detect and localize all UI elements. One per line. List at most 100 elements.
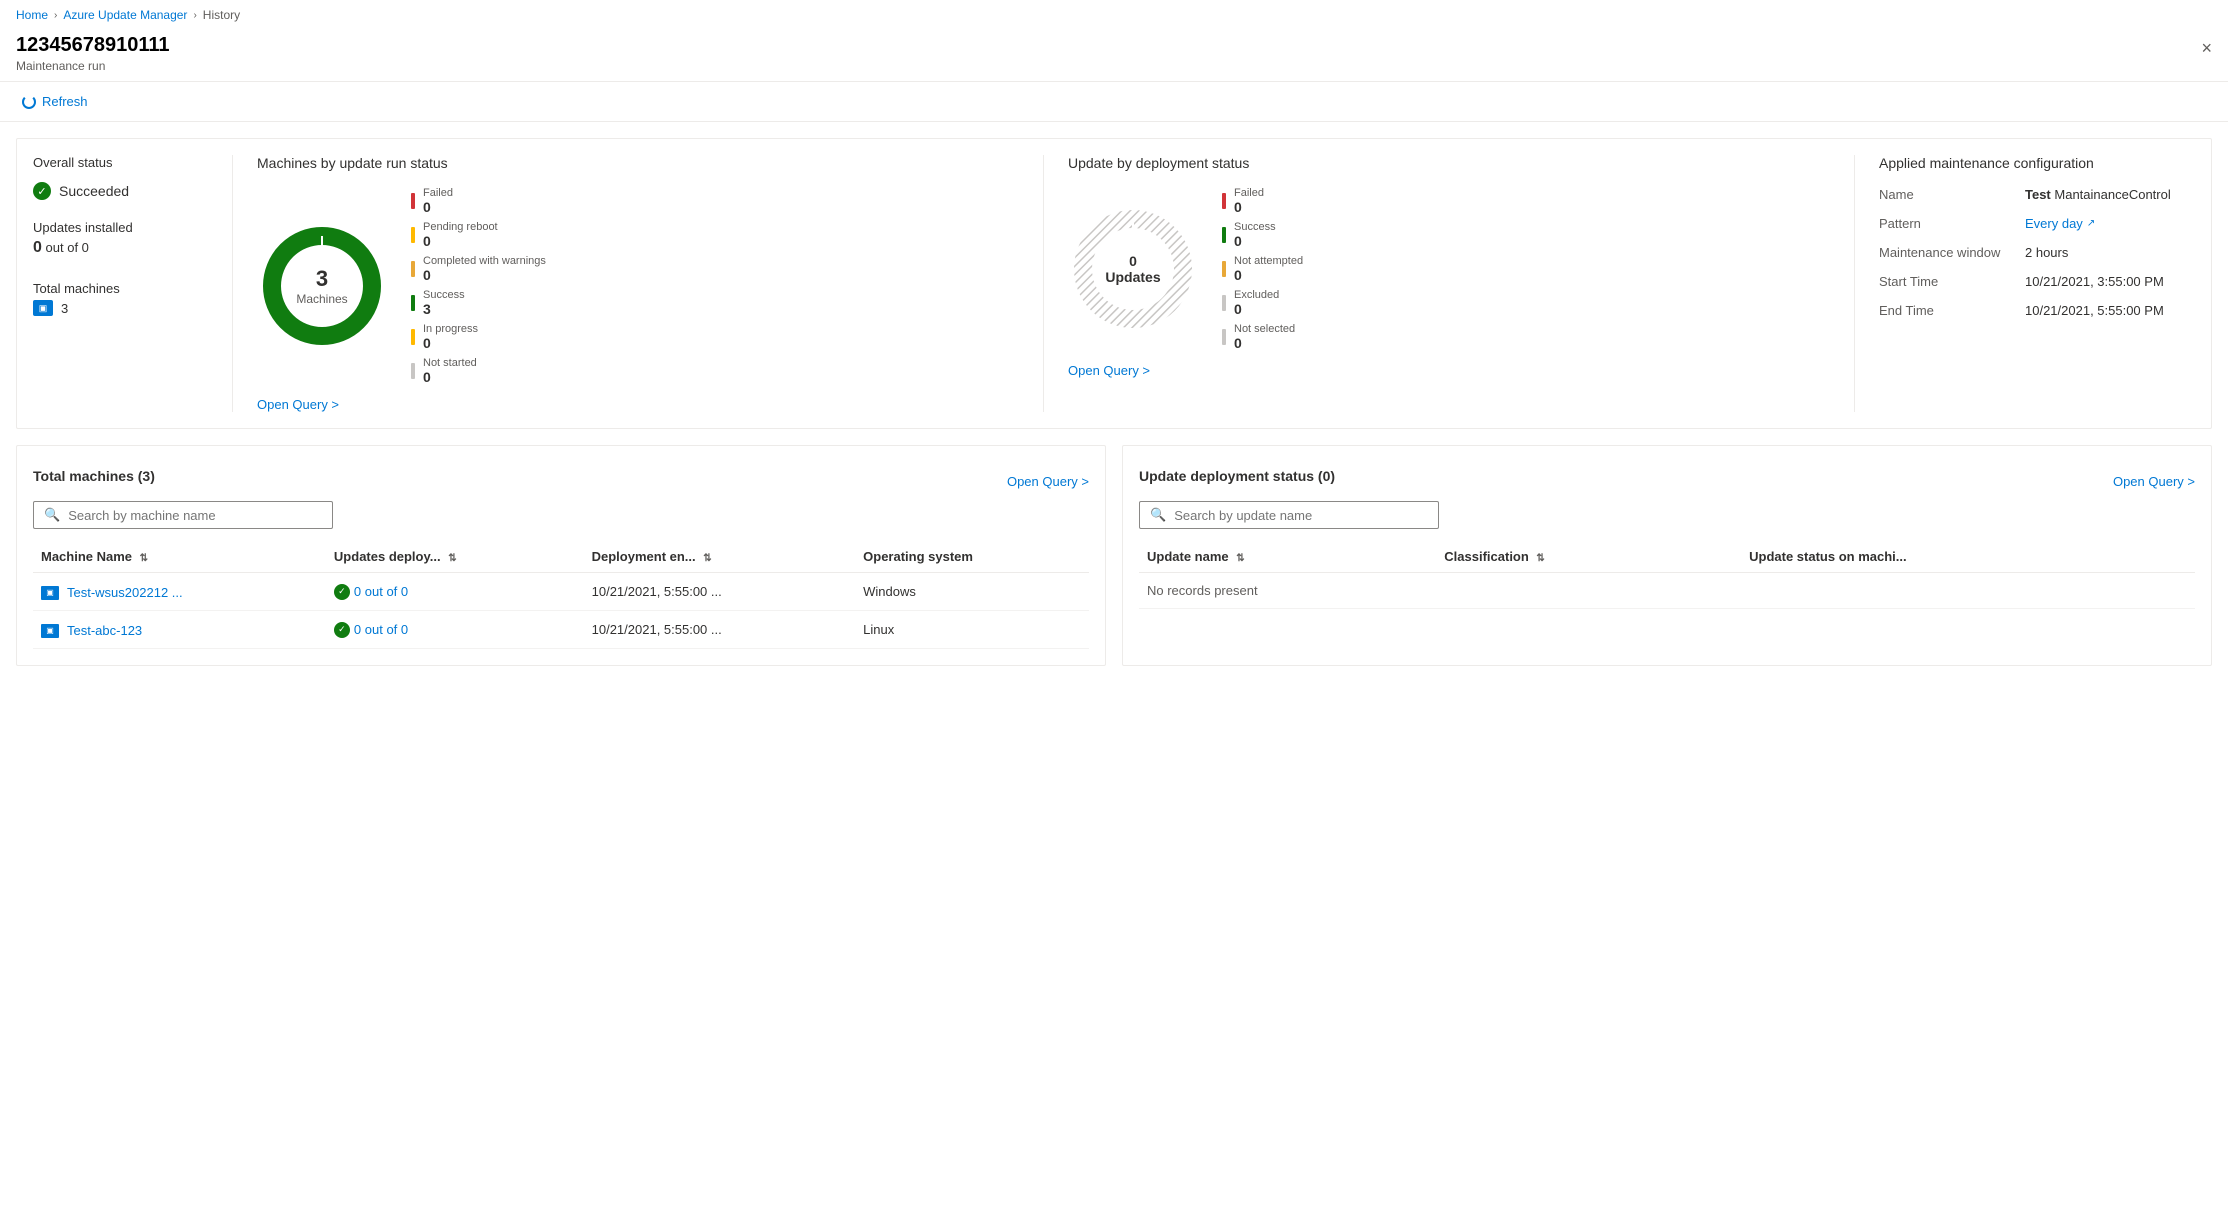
legend-bar xyxy=(411,193,415,209)
updates-table-head: Update name ⇅ Classification ⇅ Update st… xyxy=(1139,541,2195,573)
machine-name-link[interactable]: Test-wsus202212 ... xyxy=(67,585,183,600)
machines-data-table: Machine Name ⇅ Updates deploy... ⇅ Deplo… xyxy=(33,541,1089,649)
machines-search-input[interactable] xyxy=(68,508,322,523)
legend-text: Pending reboot 0 xyxy=(423,221,498,249)
legend-value: 0 xyxy=(423,267,546,283)
breadcrumb-aum[interactable]: Azure Update Manager xyxy=(63,8,187,22)
machine-icon xyxy=(33,300,53,316)
sort-icon-classification[interactable]: ⇅ xyxy=(1536,553,1544,564)
machines-table-open-query[interactable]: Open Query > xyxy=(1007,474,1089,489)
legend-label: Completed with warnings xyxy=(423,255,546,267)
col-update-name: Update name ⇅ xyxy=(1139,541,1436,573)
sort-icon-deployment[interactable]: ⇅ xyxy=(703,553,711,564)
legend-item: Success 3 xyxy=(411,289,546,317)
legend-label: In progress xyxy=(423,323,478,335)
success-dot-icon xyxy=(334,584,350,600)
close-button[interactable]: × xyxy=(2201,38,2212,59)
legend-item: In progress 0 xyxy=(411,323,546,351)
col-machine-name: Machine Name ⇅ xyxy=(33,541,326,573)
updates-link[interactable]: 0 out of 0 xyxy=(354,584,408,599)
updates-search-input[interactable] xyxy=(1174,508,1428,523)
config-end-label: End Time xyxy=(1879,303,2009,318)
legend-bar xyxy=(1222,329,1226,345)
legend-bar xyxy=(411,329,415,345)
machines-donut-text: Machines xyxy=(296,292,347,306)
no-records-row: No records present xyxy=(1139,573,2195,609)
page-title: 12345678910111 xyxy=(16,34,2212,57)
legend-text: Completed with warnings 0 xyxy=(423,255,546,283)
legend-item: Excluded 0 xyxy=(1222,289,1303,317)
config-name-prefix: Test xyxy=(2025,187,2051,202)
machines-table-head: Machine Name ⇅ Updates deploy... ⇅ Deplo… xyxy=(33,541,1089,573)
legend-item: Success 0 xyxy=(1222,221,1303,249)
machine-row-icon: ▣ xyxy=(41,586,59,600)
machines-donut-panel: Machines by update run status 3 Machines xyxy=(233,155,1044,412)
updates-deploy-cell: 0 out of 0 xyxy=(326,573,584,611)
legend-bar xyxy=(411,227,415,243)
updates-data-table: Update name ⇅ Classification ⇅ Update st… xyxy=(1139,541,2195,609)
sort-icon-updates[interactable]: ⇅ xyxy=(448,553,456,564)
config-name-row: Name Test MantainanceControl xyxy=(1879,187,2195,202)
updates-link[interactable]: 0 out of 0 xyxy=(354,622,408,637)
table-row: ▣ Test-abc-123 0 out of 0 10/21/2021, 5:… xyxy=(33,611,1089,649)
machines-donut-label: 3 Machines xyxy=(296,266,347,306)
config-table: Name Test MantainanceControl Pattern Eve… xyxy=(1879,187,2195,318)
sort-icon-machine[interactable]: ⇅ xyxy=(140,553,148,564)
config-start-val: 10/21/2021, 3:55:00 PM xyxy=(2025,274,2164,289)
legend-label: Not selected xyxy=(1234,323,1295,335)
legend-item: Failed 0 xyxy=(1222,187,1303,215)
col-deployment-end: Deployment en... ⇅ xyxy=(584,541,856,573)
config-name-val: Test MantainanceControl xyxy=(2025,187,2171,202)
machine-name-cell: ▣ Test-abc-123 xyxy=(33,611,326,649)
legend-text: Excluded 0 xyxy=(1234,289,1279,317)
status-panel: Overall status Succeeded Updates install… xyxy=(33,155,233,412)
main-content: Overall status Succeeded Updates install… xyxy=(0,122,2228,682)
updates-outof: out of 0 xyxy=(46,240,89,255)
updates-search-box[interactable]: 🔍 xyxy=(1139,501,1439,529)
machines-search-box[interactable]: 🔍 xyxy=(33,501,333,529)
config-name-value: MantainanceControl xyxy=(2054,187,2170,202)
status-row: Succeeded xyxy=(33,182,208,200)
updates-open-query[interactable]: Open Query > xyxy=(1068,363,1150,378)
machine-name-link[interactable]: Test-abc-123 xyxy=(67,623,142,638)
legend-text: Success 0 xyxy=(1234,221,1276,249)
legend-value: 0 xyxy=(1234,199,1264,215)
legend-value: 0 xyxy=(1234,233,1276,249)
machine-name-cell: ▣ Test-wsus202212 ... xyxy=(33,573,326,611)
updates-table-header: Update deployment status (0) Open Query … xyxy=(1139,462,2195,489)
refresh-button[interactable]: Refresh xyxy=(16,90,94,113)
config-end-val: 10/21/2021, 5:55:00 PM xyxy=(2025,303,2164,318)
no-records-text: No records present xyxy=(1139,573,2195,609)
machines-row: 3 xyxy=(33,300,208,316)
col-classification: Classification ⇅ xyxy=(1436,541,1741,573)
legend-bar xyxy=(1222,193,1226,209)
legend-value: 0 xyxy=(1234,335,1295,351)
config-pattern-val[interactable]: Every day ↗ xyxy=(2025,216,2095,231)
legend-label: Success xyxy=(1234,221,1276,233)
sort-icon-update-name[interactable]: ⇅ xyxy=(1236,553,1244,564)
legend-text: Failed 0 xyxy=(423,187,453,215)
updates-table-title: Update deployment status (0) xyxy=(1139,468,1335,484)
legend-bar xyxy=(1222,227,1226,243)
updates-table-open-query[interactable]: Open Query > xyxy=(2113,474,2195,489)
legend-item: Not started 0 xyxy=(411,357,546,385)
machines-open-query[interactable]: Open Query > xyxy=(257,397,339,412)
external-link-icon: ↗ xyxy=(2087,218,2095,229)
breadcrumb-home[interactable]: Home xyxy=(16,8,48,22)
updates-header-row: Update name ⇅ Classification ⇅ Update st… xyxy=(1139,541,2195,573)
overall-status-label: Overall status xyxy=(33,155,208,170)
breadcrumb-history: History xyxy=(203,8,240,22)
legend-text: Not started 0 xyxy=(423,357,477,385)
updates-donut-text: 0 Updates xyxy=(1101,253,1166,285)
legend-value: 0 xyxy=(423,199,453,215)
machines-donut-num: 3 xyxy=(296,266,347,292)
legend-bar xyxy=(411,261,415,277)
legend-label: Pending reboot xyxy=(423,221,498,233)
refresh-label: Refresh xyxy=(42,94,88,109)
legend-label: Failed xyxy=(1234,187,1264,199)
legend-item: Not attempted 0 xyxy=(1222,255,1303,283)
machines-search-icon: 🔍 xyxy=(44,507,60,523)
os-cell: Linux xyxy=(855,611,1089,649)
overview-card: Overall status Succeeded Updates install… xyxy=(16,138,2212,429)
updates-installed-label: Updates installed xyxy=(33,220,208,235)
